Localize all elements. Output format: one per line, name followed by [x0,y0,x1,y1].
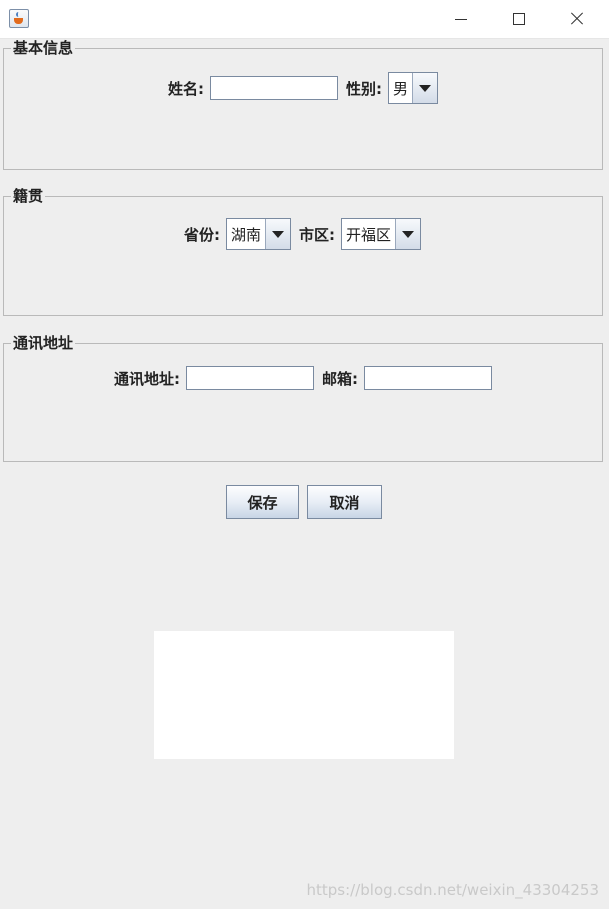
province-dropdown-button[interactable] [266,219,291,249]
province-select[interactable]: 湖南 [226,218,292,250]
contact-row: 通讯地址: 邮箱: [114,362,492,394]
gender-dropdown-button[interactable] [413,73,438,103]
minimize-button[interactable] [432,0,490,38]
name-input[interactable] [210,76,338,100]
cancel-button[interactable]: 取消 [307,485,382,519]
java-cup-icon [9,9,29,28]
native-place-row: 省份: 湖南 市区: 开福区 [184,218,422,250]
basic-info-title: 基本信息 [11,39,76,57]
maximize-icon [513,13,525,25]
chevron-down-icon [272,230,285,238]
minimize-icon [455,18,467,20]
province-selected-value: 湖南 [227,219,267,249]
gender-select[interactable]: 男 [388,72,439,104]
name-label: 姓名: [168,79,204,98]
gender-selected-value: 男 [389,73,414,103]
native-place-group: 籍贯 省份: 湖南 市区: 开福区 [3,187,603,316]
email-input[interactable] [364,366,492,390]
district-dropdown-button[interactable] [396,219,421,249]
contact-group: 通讯地址 通讯地址: 邮箱: [3,334,603,462]
chevron-down-icon [402,230,415,238]
close-button[interactable] [548,0,606,38]
native-place-title: 籍贯 [11,187,46,205]
chevron-down-icon [419,84,432,92]
basic-info-row: 姓名: 性别: 男 [168,72,439,104]
maximize-button[interactable] [490,0,548,38]
basic-info-group: 基本信息 姓名: 性别: 男 [3,39,603,170]
watermark: https://blog.csdn.net/weixin_43304253 [306,881,599,899]
district-label: 市区: [299,225,336,244]
close-icon [570,12,584,26]
address-input[interactable] [186,366,314,390]
contact-title: 通讯地址 [11,334,76,352]
district-selected-value: 开福区 [342,219,397,249]
gender-label: 性别: [346,79,382,98]
save-button[interactable]: 保存 [226,485,299,519]
district-select[interactable]: 开福区 [341,218,422,250]
province-label: 省份: [184,225,220,244]
title-bar [0,0,609,39]
address-label: 通讯地址: [114,369,180,388]
email-label: 邮箱: [322,369,358,388]
blank-panel [154,631,454,759]
